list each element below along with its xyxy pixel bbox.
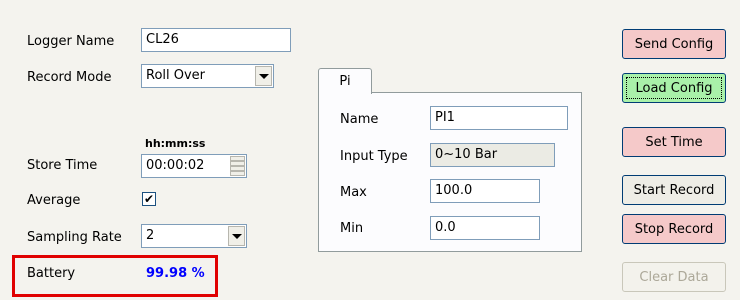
sampling-rate-label: Sampling Rate: [27, 230, 122, 245]
clear-data-button: Clear Data: [622, 262, 726, 292]
store-time-spinner[interactable]: 00:00:02: [141, 154, 247, 178]
load-config-button[interactable]: Load Config: [622, 73, 726, 103]
focus-rect: [626, 77, 722, 99]
tab-pi[interactable]: Pi: [318, 68, 372, 94]
pi-name-input[interactable]: PI1: [430, 106, 568, 130]
average-checkbox[interactable]: ✔: [142, 192, 156, 206]
battery-label: Battery: [27, 266, 76, 281]
record-mode-select[interactable]: Roll Over: [141, 64, 274, 88]
clear-data-label: Clear Data: [639, 269, 709, 285]
start-record-button[interactable]: Start Record: [622, 175, 726, 205]
stop-record-button[interactable]: Stop Record: [622, 214, 726, 244]
set-time-label: Set Time: [645, 134, 703, 150]
chevron-down-icon[interactable]: [255, 66, 272, 86]
start-record-label: Start Record: [633, 182, 715, 198]
spin-down-icon[interactable]: [230, 166, 245, 176]
set-time-button[interactable]: Set Time: [622, 127, 726, 157]
logger-name-label: Logger Name: [27, 34, 115, 49]
average-label: Average: [27, 193, 81, 208]
input-type-field: 0~10 Bar: [430, 143, 555, 167]
store-time-value: 00:00:02: [146, 158, 205, 173]
sampling-rate-select[interactable]: 2: [141, 224, 247, 248]
input-type-label: Input Type: [340, 149, 408, 164]
store-time-label: Store Time: [27, 158, 98, 173]
logger-name-input[interactable]: CL26: [141, 28, 291, 52]
spin-up-icon[interactable]: [230, 156, 245, 166]
min-input[interactable]: 0.0: [430, 216, 540, 240]
sampling-rate-value: 2: [146, 228, 155, 243]
min-label: Min: [340, 221, 364, 236]
pi-name-label: Name: [340, 112, 379, 127]
record-mode-value: Roll Over: [146, 68, 206, 83]
max-label: Max: [340, 185, 367, 200]
tab-pi-label: Pi: [339, 74, 351, 89]
send-config-button[interactable]: Send Config: [622, 29, 726, 59]
max-input[interactable]: 100.0: [430, 179, 540, 203]
battery-value: 99.98 %: [146, 266, 205, 281]
chevron-down-icon[interactable]: [228, 226, 245, 246]
time-format-hint: hh:mm:ss: [145, 137, 206, 150]
send-config-label: Send Config: [634, 36, 714, 52]
stop-record-label: Stop Record: [634, 221, 714, 237]
record-mode-label: Record Mode: [27, 70, 112, 85]
